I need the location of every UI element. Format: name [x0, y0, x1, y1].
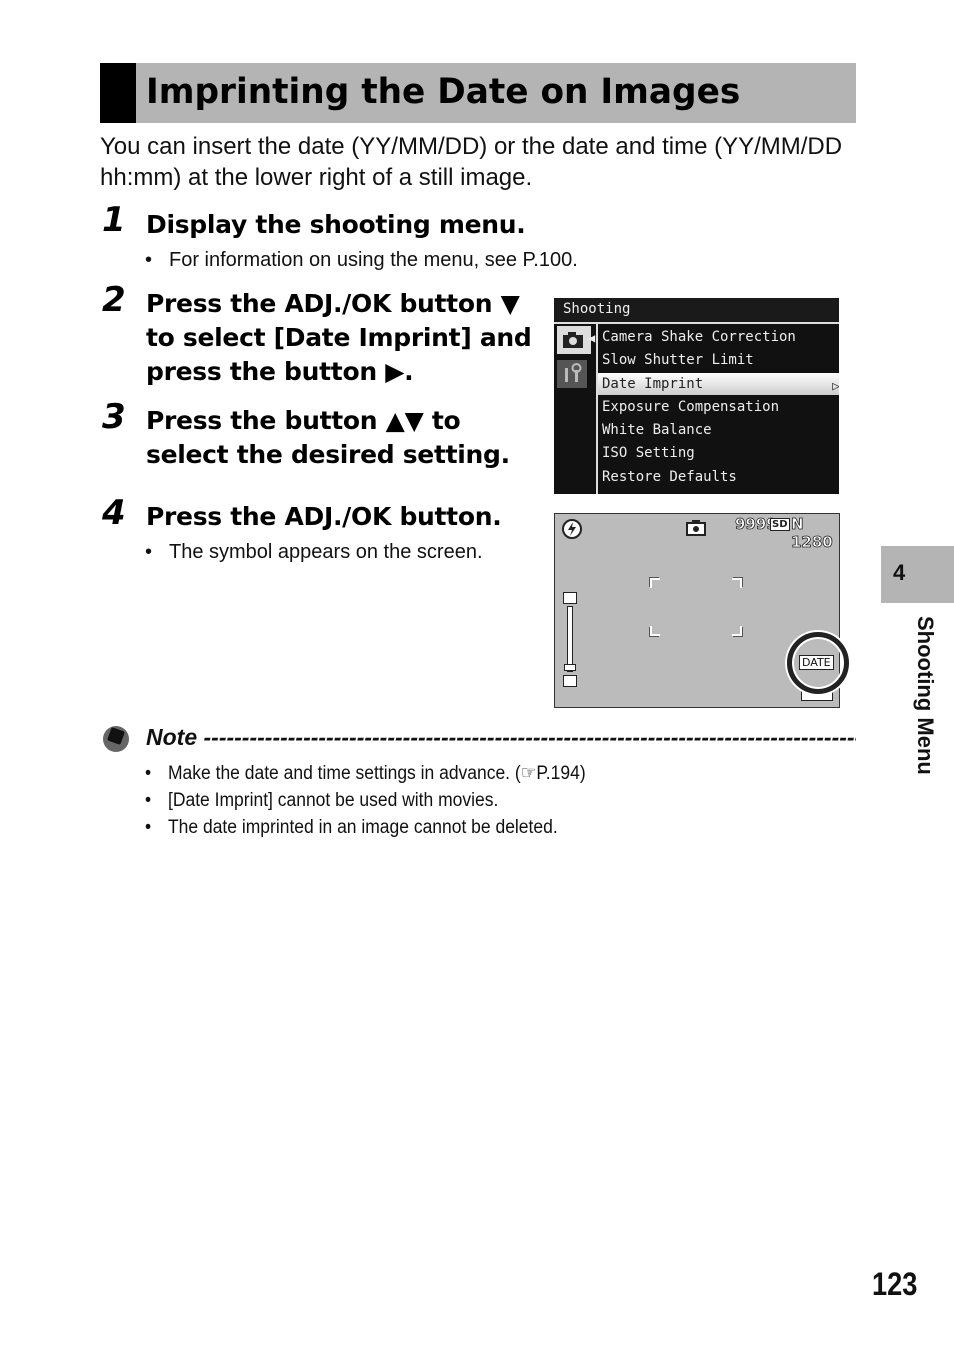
af-frame-corner: [650, 578, 660, 588]
back-arrow-icon: ◀: [588, 331, 596, 345]
page-title: Imprinting the Date on Images: [146, 72, 741, 112]
note-bullet-text: [Date Imprint] cannot be used with movie…: [168, 790, 499, 811]
zoom-bar: [567, 606, 573, 672]
zoom-bar-indicator: [564, 664, 576, 671]
note-bullet: • The date imprinted in an image cannot b…: [145, 817, 558, 838]
af-frame-corner: [732, 578, 742, 588]
step-number: 1: [102, 200, 126, 240]
zoom-tele-icon: [563, 592, 577, 604]
step-number: 4: [102, 493, 126, 533]
menu-header: Shooting: [554, 298, 839, 324]
page-number: 123: [872, 1266, 918, 1302]
menu-item[interactable]: Camera Shake Correction: [602, 326, 839, 348]
menu-item[interactable]: Slow Shutter Limit: [602, 349, 839, 371]
shooting-screen-screenshot: 9999 SD N 1280 DATE: [554, 513, 849, 708]
note-title-text: Note: [146, 724, 198, 750]
note-bullet-text: The date imprinted in an image cannot be…: [168, 817, 558, 838]
flash-off-icon: [562, 519, 582, 539]
menu-tabs: [554, 324, 592, 494]
menu-item[interactable]: Exposure Compensation: [602, 396, 839, 418]
camera-tab-icon: [557, 326, 591, 354]
step-bullet-text: The symbol appears on the screen.: [169, 541, 483, 563]
intro-text: You can insert the date (YY/MM/DD) or th…: [100, 133, 843, 191]
menu-item[interactable]: Restore Defaults: [602, 466, 839, 488]
setup-tab-icon: [557, 360, 587, 388]
note-bullet: • [Date Imprint] cannot be used with movi…: [145, 790, 499, 811]
submenu-arrow-icon: ▷: [832, 379, 839, 394]
step-bullet: • For information on using the menu, see …: [145, 249, 578, 271]
title-bar: Imprinting the Date on Images: [100, 63, 856, 123]
af-frame-corner: [732, 626, 742, 636]
camera-mode-icon: [686, 520, 706, 536]
menu-header-label: Shooting: [563, 301, 631, 317]
step-text: Press the ADJ./OK button ▼ to select [Da…: [146, 289, 532, 386]
step-text: Display the shooting menu.: [146, 210, 526, 239]
menu-item[interactable]: ISO Setting: [602, 442, 839, 464]
menu-list: Camera Shake Correction Slow Shutter Lim…: [596, 324, 839, 494]
note-bullet: • Make the date and time settings in adva…: [145, 763, 586, 784]
camera-menu-screenshot: Shooting ◀ Camera Shake Correction Slow …: [554, 298, 839, 494]
chapter-tab: 4: [881, 546, 954, 603]
note-icon: [103, 726, 129, 752]
menu-item-selected[interactable]: Date Imprint ▷: [598, 373, 839, 395]
menu-item-label: Date Imprint: [602, 376, 704, 392]
quality-size: N 1280: [791, 515, 834, 552]
step-number: 3: [102, 397, 126, 437]
note-bullet-text: Make the date and time settings in advan…: [168, 763, 586, 784]
step-bullet: • The symbol appears on the screen.: [145, 541, 483, 563]
title-block: [100, 63, 136, 123]
step-bullet-text: For information on using the menu, see P…: [169, 249, 578, 271]
zoom-wide-icon: [563, 675, 577, 687]
chapter-number: 4: [893, 560, 906, 585]
note-title: Note -----------------------------------…: [146, 724, 856, 750]
menu-item[interactable]: White Balance: [602, 419, 839, 441]
af-frame-corner: [650, 626, 660, 636]
step-text: Press the button ▲▼ to select the desire…: [146, 406, 510, 469]
sd-card-icon: SD: [770, 518, 790, 531]
chapter-label: Shooting Menu: [913, 616, 938, 775]
step-number: 2: [102, 280, 126, 320]
step-text: Press the ADJ./OK button.: [146, 502, 502, 531]
date-imprint-icon: DATE: [799, 655, 834, 670]
